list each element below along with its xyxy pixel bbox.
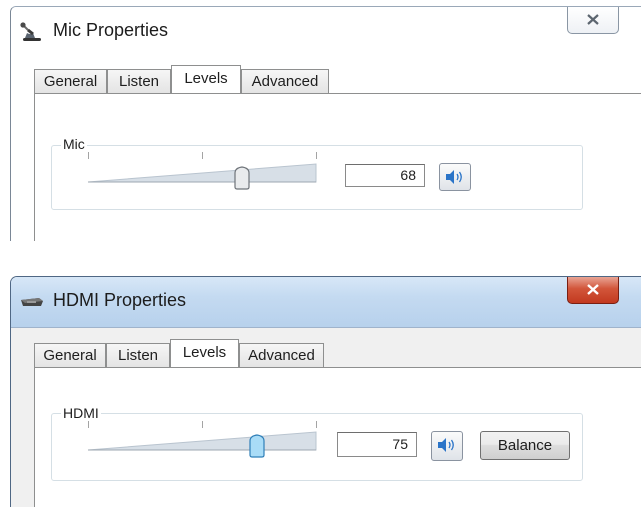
balance-button[interactable]: Balance	[480, 431, 570, 460]
slider-tick	[202, 152, 203, 159]
microphone-icon	[19, 21, 45, 43]
title-bar: Mic Properties	[11, 7, 641, 57]
title-bar: HDMI Properties	[11, 277, 641, 327]
group-label: Mic	[61, 136, 87, 152]
tab-general[interactable]: General	[34, 343, 106, 367]
speaker-icon	[446, 170, 462, 184]
tab-advanced[interactable]: Advanced	[239, 343, 324, 367]
tab-listen[interactable]: Listen	[106, 343, 170, 367]
tab-advanced[interactable]: Advanced	[241, 69, 329, 93]
window-title: Mic Properties	[53, 20, 169, 40]
mute-button[interactable]	[439, 163, 471, 191]
tab-listen[interactable]: Listen	[107, 69, 171, 93]
close-icon	[587, 284, 599, 295]
close-button[interactable]	[567, 7, 619, 34]
slider-tick	[88, 421, 89, 428]
speaker-icon	[438, 438, 454, 452]
window-title: HDMI Properties	[53, 290, 187, 310]
volume-slider-track[interactable]	[86, 162, 318, 186]
tab-general[interactable]: General	[34, 69, 107, 93]
slider-tick	[88, 152, 89, 159]
levels-panel: HDMI 75 Balance	[34, 367, 641, 507]
group-label: HDMI	[61, 405, 101, 421]
slider-tick	[316, 421, 317, 428]
level-value-field[interactable]: 68	[345, 164, 425, 187]
levels-panel: Mic 68	[34, 93, 641, 241]
level-value-field[interactable]: 75	[337, 432, 417, 457]
close-icon	[587, 14, 599, 25]
volume-slider-track[interactable]	[86, 430, 318, 454]
tab-levels[interactable]: Levels	[171, 65, 241, 93]
mute-button[interactable]	[431, 431, 463, 461]
hdmi-properties-window: HDMI Properties General Listen Levels Ad…	[10, 276, 641, 507]
dialog-body: General Listen Levels Advanced HDMI 75 B…	[11, 327, 641, 507]
tab-levels[interactable]: Levels	[170, 339, 239, 367]
slider-tick	[202, 421, 203, 428]
close-button[interactable]	[567, 277, 619, 304]
slider-tick	[316, 152, 317, 159]
dialog-body: General Listen Levels Advanced Mic 68	[11, 57, 641, 241]
hdmi-device-icon	[19, 291, 45, 313]
mic-properties-window: Mic Properties General Listen Levels Adv…	[10, 6, 641, 241]
volume-slider-thumb[interactable]	[248, 434, 266, 458]
volume-slider-thumb[interactable]	[233, 166, 251, 190]
